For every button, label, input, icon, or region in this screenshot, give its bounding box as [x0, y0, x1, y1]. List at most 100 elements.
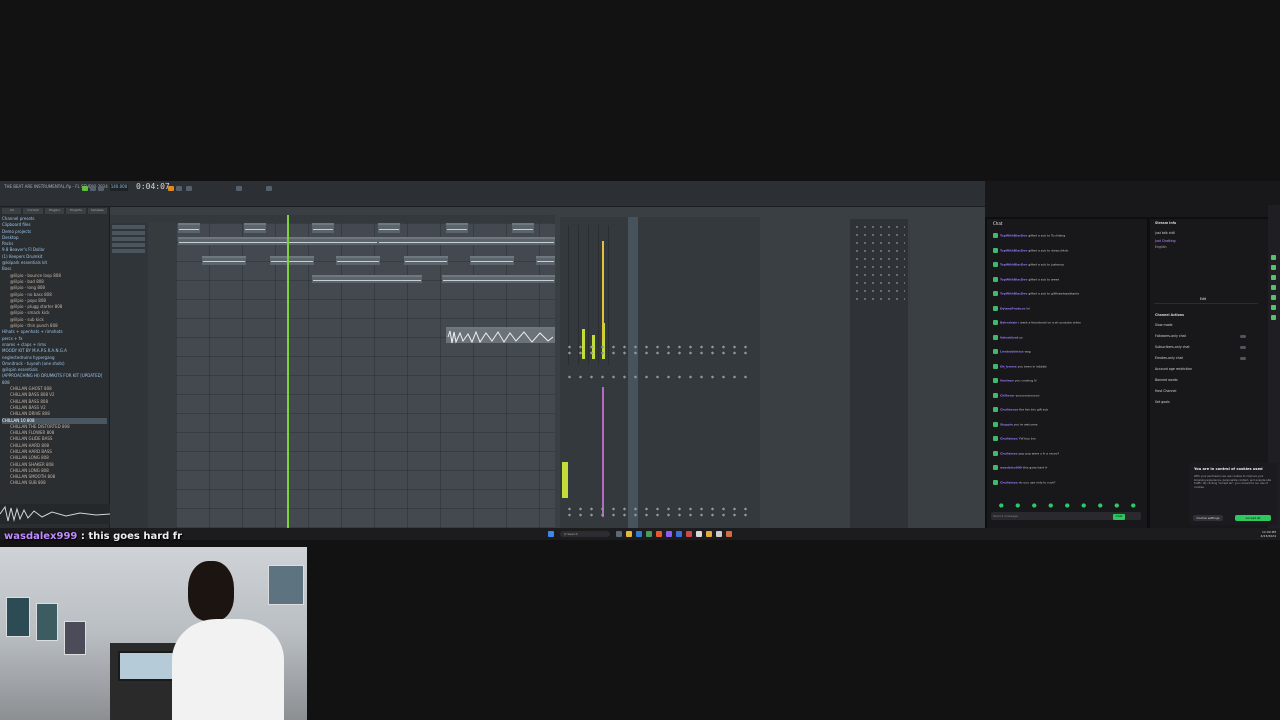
chat-message[interactable]: Chullamax do you use only to rush?	[993, 479, 1056, 485]
fl-studio-icon[interactable]	[656, 531, 662, 537]
chat-username[interactable]: Chillsvar	[1000, 393, 1015, 397]
chat-send-button[interactable]: Chat	[1113, 514, 1125, 520]
channel-row[interactable]	[853, 249, 905, 253]
app-icon[interactable]	[726, 531, 732, 537]
task-view-icon[interactable]	[616, 531, 622, 537]
stream-category[interactable]: Just Chatting	[1155, 239, 1176, 243]
toggle-switch[interactable]	[1240, 346, 1246, 349]
edge-icon[interactable]	[636, 531, 642, 537]
chat-message[interactable]: TopWithBlacDev gifted a sub to dmsuchkdo	[993, 247, 1068, 253]
chat-message[interactable]: Ventnav you cooking lil	[993, 378, 1036, 383]
record-button[interactable]	[98, 186, 104, 191]
channel-row[interactable]	[853, 241, 905, 245]
app-icon[interactable]	[686, 531, 692, 537]
tool-button[interactable]	[266, 186, 272, 191]
taskbar-clock[interactable]: 12:09 PM 4/23/2024	[1261, 530, 1276, 538]
pattern-clip[interactable]	[178, 237, 378, 245]
channel-row[interactable]	[853, 265, 905, 269]
chat-message[interactable]: Chillsvar yoooooooooooo	[993, 392, 1039, 398]
mod-tool-icon[interactable]	[1271, 255, 1276, 260]
stream-tag[interactable]: English	[1155, 245, 1167, 249]
pattern-clip[interactable]	[312, 223, 334, 233]
mod-tool-icon[interactable]	[1271, 275, 1276, 280]
mixer-knobs[interactable]	[564, 513, 754, 517]
pattern-item[interactable]	[112, 249, 145, 253]
chat-username[interactable]: Chullamax	[1000, 451, 1018, 455]
channel-row[interactable]	[853, 225, 905, 229]
mixer-knobs[interactable]	[564, 351, 754, 355]
app-icon[interactable]	[646, 531, 652, 537]
emote-bar[interactable]	[993, 503, 1143, 508]
chat-username[interactable]: TopWithBlacDev	[1000, 234, 1027, 238]
pattern-clip[interactable]	[202, 256, 246, 265]
tool-button[interactable]	[186, 186, 192, 191]
pattern-item[interactable]	[112, 243, 145, 247]
toggle-switch[interactable]	[1240, 335, 1246, 338]
mixer-track[interactable]	[568, 225, 577, 365]
channel-action-item[interactable]: Account age restriction	[1155, 367, 1192, 371]
chat-username[interactable]: Livebubblelux	[1000, 350, 1024, 354]
chat-message[interactable]: Sluppin you're welcome	[993, 421, 1037, 427]
mod-tool-icon[interactable]	[1271, 295, 1276, 300]
twitch-icon[interactable]	[666, 531, 672, 537]
chat-username[interactable]: TopWithBlacDev	[1000, 277, 1027, 281]
play-button[interactable]	[82, 186, 88, 191]
channel-row[interactable]	[853, 297, 905, 301]
pattern-clip[interactable]	[312, 275, 422, 283]
pattern-clip[interactable]	[470, 256, 514, 265]
mod-tool-icon[interactable]	[1271, 305, 1276, 310]
chat-message[interactable]: TopWithBlacDev gifted a sub to justwrya	[993, 262, 1064, 267]
chat-message[interactable]: TopWithBlacDev gifted a sub to Tuchilang	[993, 233, 1065, 238]
pattern-clip[interactable]	[378, 223, 400, 233]
mixer-track[interactable]	[578, 225, 587, 365]
pattern-clip[interactable]	[336, 256, 380, 265]
chat-username[interactable]: Chullamax	[1000, 437, 1018, 441]
audio-clip[interactable]	[446, 327, 555, 344]
browser-folder[interactable]: (APPROACHING HI) DRUMKITS FOR KIT [UPDAT…	[2, 373, 107, 379]
pattern-clip[interactable]	[178, 223, 200, 233]
channel-action-item[interactable]: Host Channel	[1155, 389, 1176, 393]
pattern-item[interactable]	[112, 231, 145, 235]
chat-username[interactable]: Chullamax	[1000, 480, 1018, 484]
chat-message[interactable]: TopWithBlacDev gifted a sub to weee	[993, 276, 1059, 282]
edit-stream-info-button[interactable]: Edit	[1200, 297, 1206, 301]
track-fader[interactable]	[602, 387, 604, 517]
tool-button[interactable]	[176, 186, 182, 191]
mixer-track[interactable]	[608, 225, 617, 365]
channel-row[interactable]	[853, 273, 905, 277]
app-icon[interactable]	[696, 531, 702, 537]
app-icon[interactable]	[706, 531, 712, 537]
channel-row[interactable]	[853, 289, 905, 293]
windows-start-icon[interactable]	[548, 531, 554, 537]
chat-username[interactable]: wasdalex999	[1000, 466, 1022, 470]
pattern-clip[interactable]	[378, 237, 555, 245]
cookie-settings-button[interactable]: Cookie settings	[1193, 515, 1223, 521]
chat-message[interactable]: Valueblunt yo	[993, 334, 1023, 340]
chat-message[interactable]: Oh_bonne you been in labbbb	[993, 363, 1047, 369]
playhead[interactable]	[287, 215, 289, 528]
track-headers[interactable]	[148, 223, 176, 528]
tool-button[interactable]	[236, 186, 242, 191]
mod-tool-icon[interactable]	[1271, 265, 1276, 270]
chat-message[interactable]: Livebubblelux wsg	[993, 349, 1031, 354]
app-icon[interactable]	[676, 531, 682, 537]
chat-username[interactable]: Sluppin	[1000, 422, 1013, 426]
chat-message[interactable]: Bahndrain i want a thumbnail on a sh you…	[993, 320, 1081, 325]
chat-username[interactable]: Bahndrain	[1000, 321, 1017, 325]
browser-tab[interactable]: All	[2, 208, 22, 214]
chat-message[interactable]: Chullanoar the fan trio gift sub	[993, 407, 1048, 412]
mixer-knobs[interactable]	[564, 345, 754, 349]
chat-username[interactable]: Chullanoar	[1000, 408, 1018, 412]
accept-cookies-button[interactable]: Accept all	[1235, 515, 1271, 521]
channel-action-item[interactable]: Followers-only chat	[1155, 334, 1186, 338]
chat-username[interactable]: TopWithBlacDev	[1000, 292, 1027, 296]
chat-message[interactable]: Chullamax YW boy bro	[993, 436, 1036, 441]
mod-tool-icon[interactable]	[1271, 285, 1276, 290]
chat-username[interactable]: Valueblunt	[1000, 335, 1018, 339]
channel-action-item[interactable]: Subscribers-only chat	[1155, 345, 1190, 349]
toggle-switch[interactable]	[1240, 357, 1246, 360]
browser-file[interactable]: CHILLAN SUB 808	[2, 480, 107, 486]
browser-tab[interactable]: Plugins	[44, 208, 65, 214]
pattern-clip[interactable]	[244, 223, 266, 233]
channel-action-item[interactable]: Slow mode	[1155, 323, 1173, 327]
